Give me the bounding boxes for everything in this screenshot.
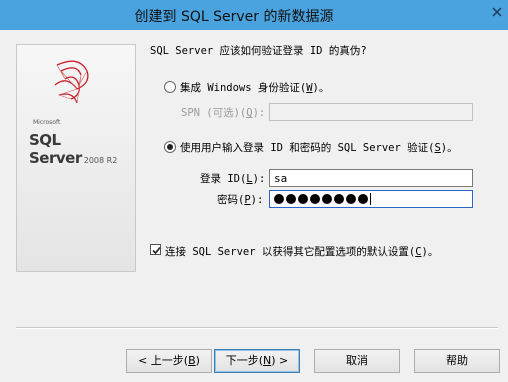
microsoft-wordmark: Microsoft (33, 119, 61, 126)
spn-input[interactable] (269, 103, 473, 121)
auth-question: SQL Server 应该如何验证登录 ID 的真伪? (150, 45, 367, 57)
close-button[interactable] (486, 0, 508, 24)
connect-checkbox[interactable] (150, 244, 161, 255)
sql-auth-label[interactable]: 使用用户输入登录 ID 和密码的 SQL Server 验证(S)。 (180, 140, 458, 155)
text-caret (370, 193, 371, 205)
product-version: 2008 R2 (83, 156, 118, 165)
cancel-button[interactable]: 取消 (314, 349, 400, 373)
separator (16, 327, 498, 329)
password-dot (298, 194, 308, 204)
login-id-label: 登录 ID(L): (200, 173, 266, 185)
windows-auth-radio[interactable] (164, 81, 176, 93)
sql-server-wordmark: SQL Server 2008 R2 (29, 131, 135, 167)
dialog-window: 创建到 SQL Server 的新数据源 Microsoft SQL Serve… (0, 0, 508, 382)
password-dot (346, 194, 356, 204)
windows-auth-label[interactable]: 集成 Windows 身份验证(W)。 (180, 80, 329, 95)
sql-auth-radio[interactable] (164, 141, 176, 153)
sql-server-logo-icon (54, 60, 89, 104)
back-button[interactable]: < 上一步(B) (126, 349, 212, 373)
password-label: 密码(P): (217, 194, 264, 206)
password-mask (274, 192, 370, 205)
password-dot (310, 194, 320, 204)
close-icon (492, 7, 502, 17)
password-input[interactable] (269, 190, 473, 208)
next-button[interactable]: 下一步(N) > (214, 349, 300, 373)
title-bar: 创建到 SQL Server 的新数据源 (0, 0, 508, 30)
checkmark-icon (152, 246, 161, 255)
product-banner: Microsoft SQL Server 2008 R2 (16, 44, 136, 272)
connect-checkbox-label[interactable]: 连接 SQL Server 以获得其它配置选项的默认设置(C)。 (165, 244, 438, 259)
window-title: 创建到 SQL Server 的新数据源 (134, 9, 334, 25)
password-dot (274, 194, 284, 204)
password-dot (358, 194, 368, 204)
password-dot (286, 194, 296, 204)
password-dot (322, 194, 332, 204)
help-button[interactable]: 帮助 (414, 349, 500, 373)
password-dot (334, 194, 344, 204)
spn-label: SPN (可选)(Q): (181, 107, 266, 119)
login-id-input[interactable]: sa (269, 169, 473, 187)
product-name: SQL Server (29, 131, 82, 167)
